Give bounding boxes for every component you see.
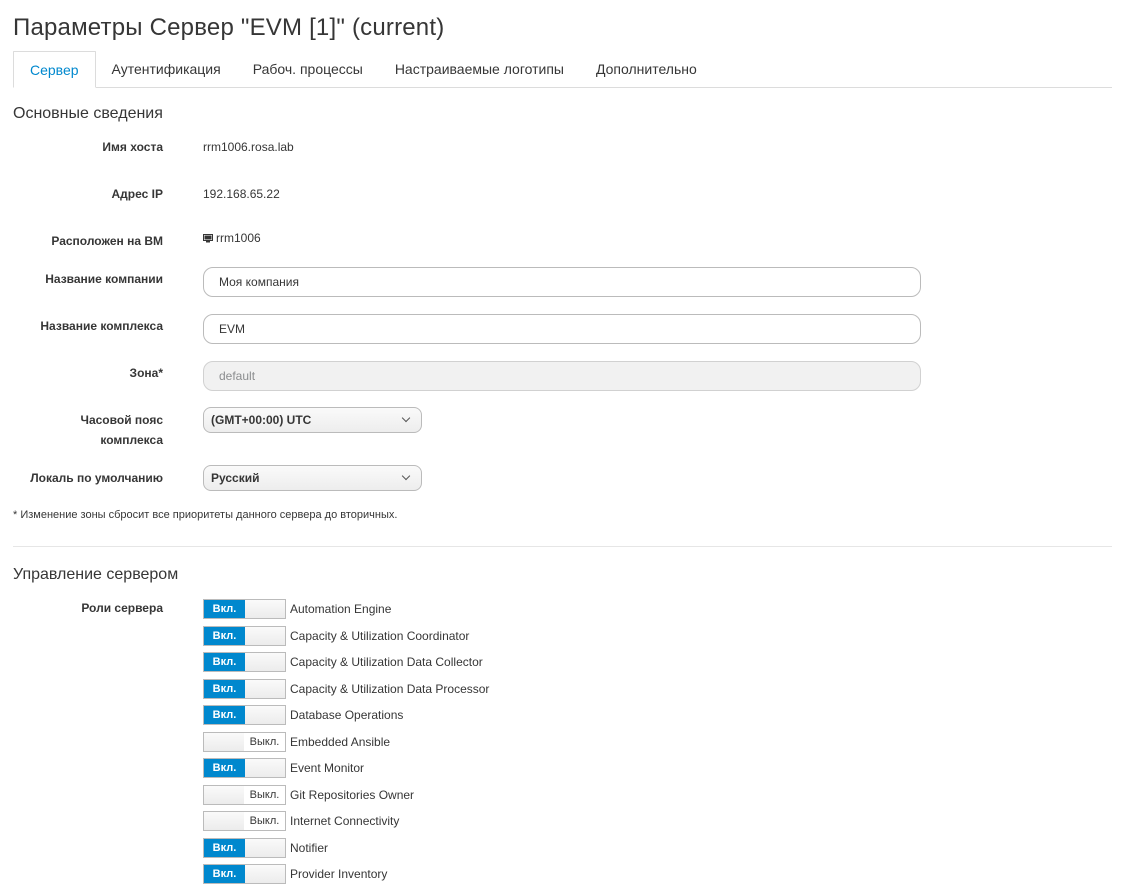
role-toggle-switch[interactable]: Вкл. xyxy=(203,599,286,620)
page-title: Параметры Сервер "EVM [1]" (current) xyxy=(13,14,445,41)
role-row: Вкл. Capacity & Utilization Data Collecto… xyxy=(203,649,489,676)
timezone-select[interactable]: (GMT+00:00) UTC xyxy=(203,407,422,433)
tab-bar: Сервер Аутентификация Рабоч. процессы На… xyxy=(13,51,1112,88)
server-roles-list: Вкл. Automation Engine Вкл. Capacity & Util… xyxy=(203,596,489,888)
role-toggle-switch[interactable]: Выкл. xyxy=(203,811,286,832)
server-roles-label: Роли сервера xyxy=(81,601,163,615)
tab-authentication[interactable]: Аутентификация xyxy=(96,51,237,86)
ip-label: Адрес IP xyxy=(111,187,163,201)
role-row: Вкл. Provider Inventory xyxy=(203,861,489,888)
role-name: Automation Engine xyxy=(290,602,392,617)
toggle-off-label: Выкл. xyxy=(244,785,285,804)
toggle-on-label: Вкл. xyxy=(204,679,245,698)
role-row: Выкл. Git Repositories Owner xyxy=(203,782,489,809)
tab-server[interactable]: Сервер xyxy=(13,51,96,88)
toggle-on-label: Вкл. xyxy=(204,600,245,619)
toggle-on-label: Вкл. xyxy=(204,838,245,857)
monitor-icon xyxy=(203,234,213,243)
role-name: Capacity & Utilization Data Processor xyxy=(290,681,490,696)
role-name: Git Repositories Owner xyxy=(290,787,415,802)
role-name: Database Operations xyxy=(290,708,404,723)
toggle-on-label: Вкл. xyxy=(204,865,245,884)
role-name: Event Monitor xyxy=(290,761,365,776)
role-name: Provider Inventory xyxy=(290,867,388,882)
ip-value: 192.168.65.22 xyxy=(203,187,280,201)
tab-advanced[interactable]: Дополнительно xyxy=(580,51,713,86)
role-toggle-switch[interactable]: Выкл. xyxy=(203,784,286,805)
chevron-down-icon xyxy=(401,413,411,423)
role-row: Вкл. Automation Engine xyxy=(203,596,489,623)
role-name: Capacity & Utilization Coordinator xyxy=(290,628,470,643)
timezone-value: (GMT+00:00) UTC xyxy=(211,413,312,427)
tab-workers[interactable]: Рабоч. процессы xyxy=(237,51,379,86)
role-row: Вкл. Event Monitor xyxy=(203,755,489,782)
section-divider xyxy=(13,546,1112,547)
chevron-down-icon xyxy=(401,471,411,481)
zone-note: * Изменение зоны сбросит все приоритеты … xyxy=(13,509,398,521)
toggle-handle xyxy=(204,812,244,831)
toggle-off-label: Выкл. xyxy=(244,812,285,831)
toggle-handle xyxy=(245,838,285,857)
toggle-handle xyxy=(204,785,244,804)
timezone-label-line2: комплекса xyxy=(100,433,163,447)
vm-label: Расположен на ВМ xyxy=(51,234,163,248)
role-row: Вкл. Capacity & Utilization Data Processo… xyxy=(203,676,489,703)
toggle-on-label: Вкл. xyxy=(204,653,245,672)
role-name: Notifier xyxy=(290,840,329,855)
basic-info-heading: Основные сведения xyxy=(13,105,163,122)
toggle-on-label: Вкл. xyxy=(204,706,245,725)
timezone-label: Часовой пояс комплекса xyxy=(0,410,163,450)
company-name-input[interactable] xyxy=(203,267,921,297)
role-toggle-switch[interactable]: Вкл. xyxy=(203,837,286,858)
role-name: Capacity & Utilization Data Collector xyxy=(290,655,483,670)
toggle-handle xyxy=(204,732,244,751)
role-row: Вкл. Database Operations xyxy=(203,702,489,729)
locale-select[interactable]: Русский xyxy=(203,465,422,491)
appliance-name-input[interactable] xyxy=(203,314,921,344)
locale-label: Локаль по умолчанию xyxy=(30,471,163,485)
timezone-label-line1: Часовой пояс xyxy=(80,413,163,427)
toggle-off-label: Выкл. xyxy=(244,732,285,751)
role-toggle-switch[interactable]: Вкл. xyxy=(203,705,286,726)
server-control-heading: Управление сервером xyxy=(13,566,179,583)
hostname-value: rrm1006.rosa.lab xyxy=(203,140,294,154)
toggle-handle xyxy=(245,600,285,619)
role-toggle-switch[interactable]: Вкл. xyxy=(203,625,286,646)
role-toggle-switch[interactable]: Вкл. xyxy=(203,758,286,779)
toggle-handle xyxy=(245,679,285,698)
toggle-handle xyxy=(245,653,285,672)
toggle-handle xyxy=(245,759,285,778)
vm-name: rrm1006 xyxy=(216,231,261,245)
zone-input xyxy=(203,361,921,391)
zone-label: Зона* xyxy=(129,366,163,380)
role-name: Embedded Ansible xyxy=(290,734,391,749)
appliance-label: Название комплекса xyxy=(40,319,163,333)
role-row: Вкл. Notifier xyxy=(203,835,489,862)
hostname-label: Имя хоста xyxy=(102,140,163,154)
toggle-handle xyxy=(245,706,285,725)
toggle-handle xyxy=(245,626,285,645)
locale-value: Русский xyxy=(211,471,260,485)
role-row: Вкл. Capacity & Utilization Coordinator xyxy=(203,623,489,650)
company-label: Название компании xyxy=(45,272,163,286)
role-row: Выкл. Internet Connectivity xyxy=(203,808,489,835)
role-toggle-switch[interactable]: Вкл. xyxy=(203,652,286,673)
toggle-handle xyxy=(245,865,285,884)
vm-link[interactable]: rrm1006 xyxy=(203,228,261,248)
toggle-on-label: Вкл. xyxy=(204,759,245,778)
role-name: Internet Connectivity xyxy=(290,814,400,829)
role-toggle-switch[interactable]: Вкл. xyxy=(203,864,286,885)
tab-custom-logos[interactable]: Настраиваемые логотипы xyxy=(379,51,580,86)
toggle-on-label: Вкл. xyxy=(204,626,245,645)
role-toggle-switch[interactable]: Выкл. xyxy=(203,731,286,752)
role-toggle-switch[interactable]: Вкл. xyxy=(203,678,286,699)
role-row: Выкл. Embedded Ansible xyxy=(203,729,489,756)
